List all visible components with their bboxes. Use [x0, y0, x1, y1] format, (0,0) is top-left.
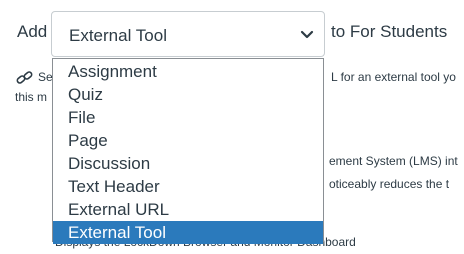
option-page[interactable]: Page: [53, 129, 323, 152]
to-module-label: to For Students: [331, 22, 448, 41]
description-text-1b: L for an external tool yo: [331, 70, 456, 84]
option-discussion[interactable]: Discussion: [53, 152, 323, 175]
option-external-url[interactable]: External URL: [53, 198, 323, 221]
description-text-4: oticeably reduces the t: [329, 177, 450, 191]
add-label: Add: [17, 22, 48, 41]
option-file[interactable]: File: [53, 106, 323, 129]
description-text-2: this m: [15, 90, 48, 104]
description-text-1: Se: [38, 70, 53, 84]
option-text-header[interactable]: Text Header: [53, 175, 323, 198]
link-icon: [16, 71, 33, 84]
option-external-tool[interactable]: External Tool: [53, 221, 323, 244]
item-type-dropdown[interactable]: Assignment Quiz File Page Discussion Tex…: [52, 58, 324, 244]
item-type-select[interactable]: External Tool: [51, 11, 325, 57]
description-text-3: ement System (LMS) int: [329, 154, 458, 168]
item-type-select-value: External Tool: [69, 26, 167, 45]
option-assignment[interactable]: Assignment: [53, 60, 323, 83]
option-quiz[interactable]: Quiz: [53, 83, 323, 106]
chevron-down-icon: [300, 30, 314, 39]
